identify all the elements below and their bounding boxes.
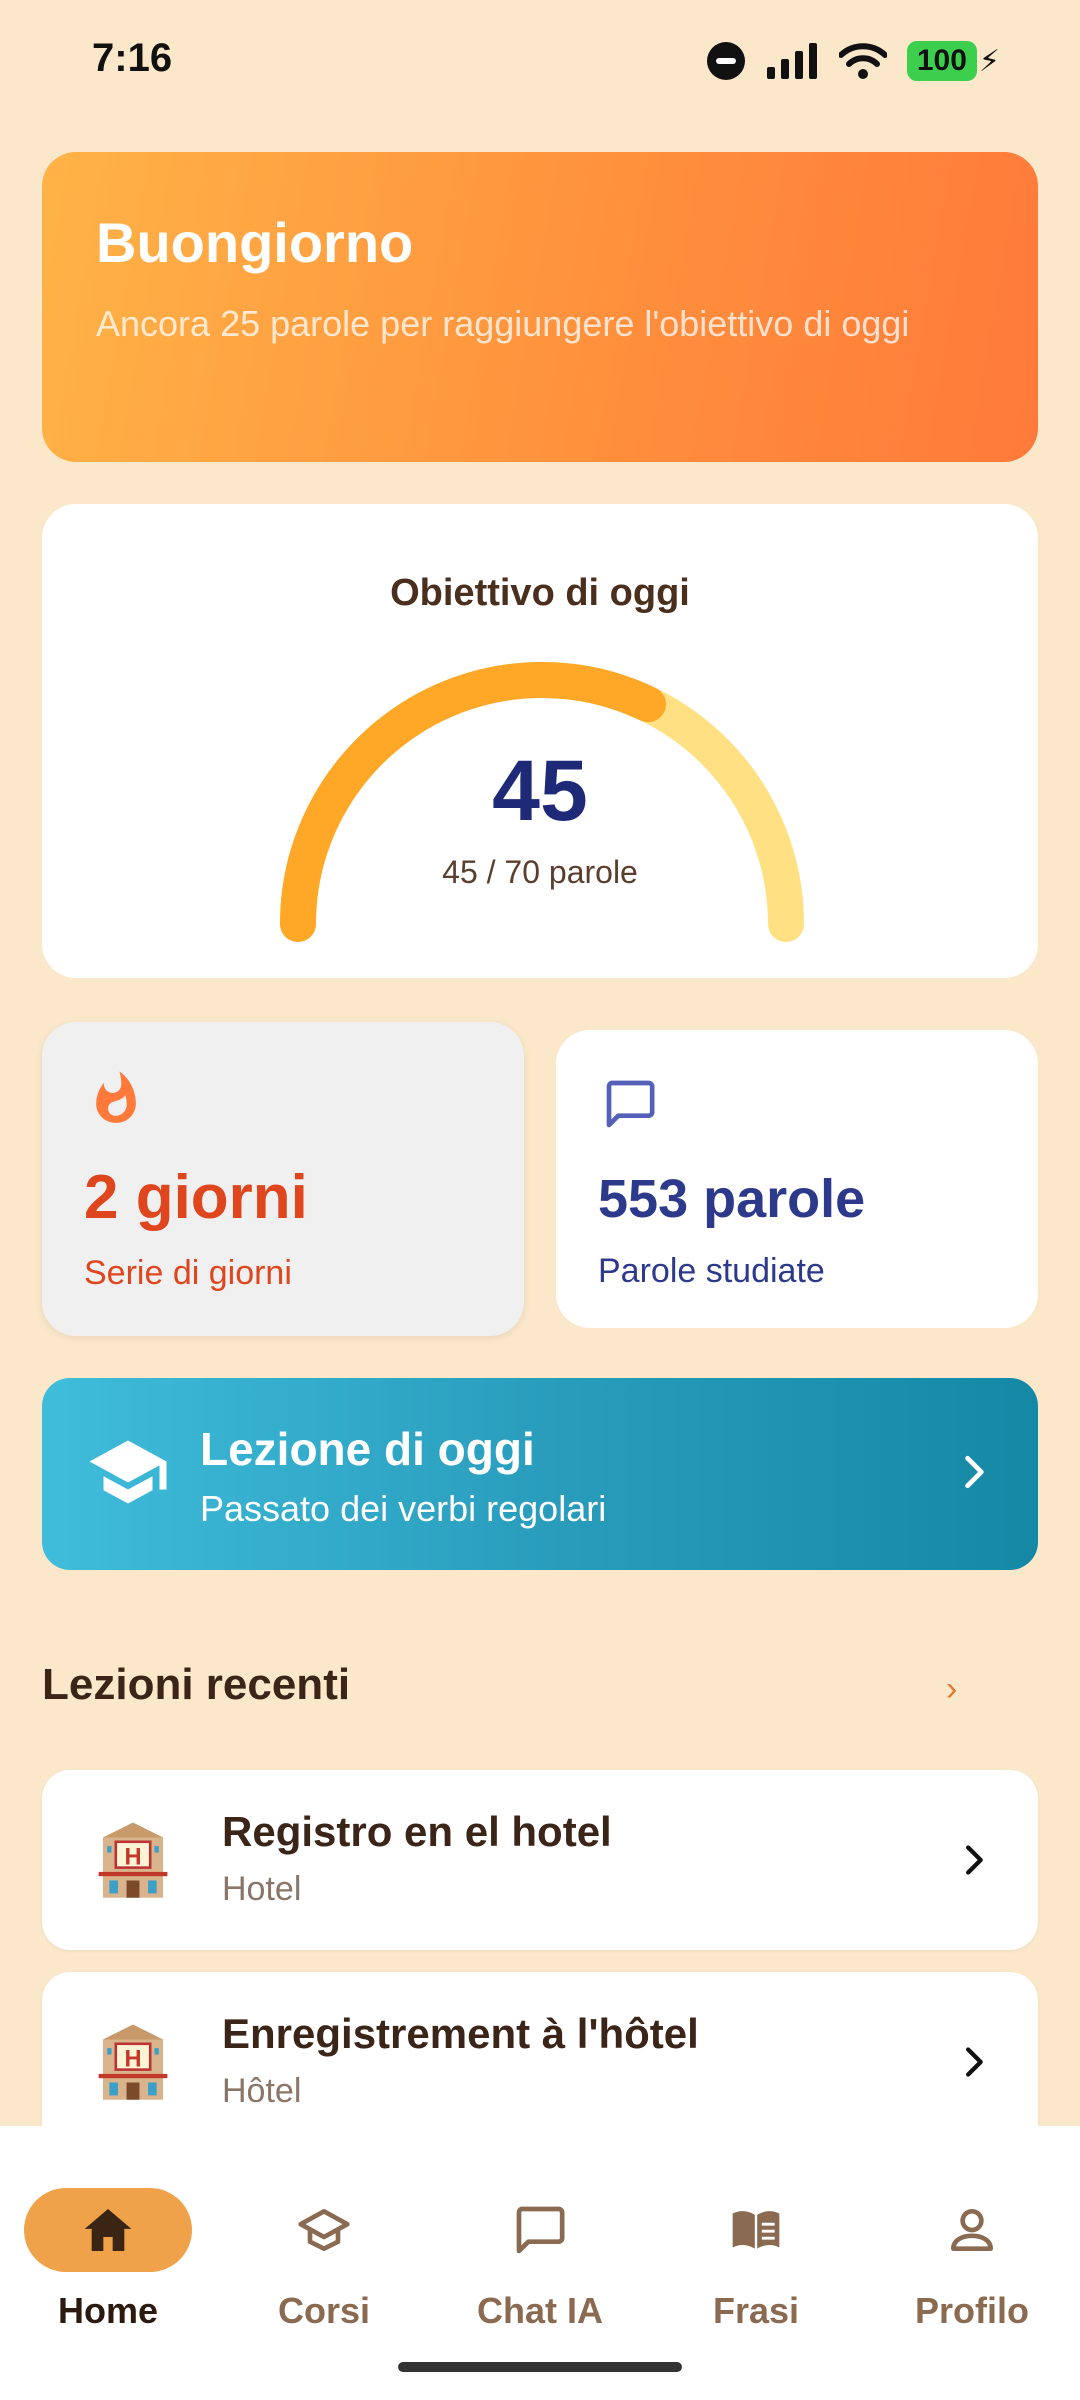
recent-lessons-title: Lezioni recenti [42,1660,351,1709]
school-icon [298,2209,350,2251]
goal-value: 45 [492,743,588,839]
goal-progress-text: 45 / 70 parole [442,854,638,890]
words-studied-card[interactable]: 553 parole Parole studiate [556,1030,1038,1328]
nav-phrases[interactable]: Frasi [648,2156,864,2331]
greeting-title: Buongiorno [96,211,414,274]
nav-chat[interactable]: Chat IA [432,2156,648,2331]
nav-home[interactable]: Home [0,2156,216,2331]
recent-lesson-item[interactable]: H Registro en el hotel Hotel [42,1770,1038,1950]
status-icons: 100 ⚡ [706,38,1000,84]
lesson-of-day-button[interactable]: Lezione di oggi Passato dei verbi regola… [42,1378,1038,1570]
recent-lesson-title: Enregistrement à l'hôtel [222,2010,699,2057]
home-indicator[interactable] [398,2362,682,2372]
recent-lesson-subtitle: Hôtel [222,2072,302,2110]
greeting-subtitle: Ancora 25 parole per raggiungere l'obiet… [96,303,910,344]
recent-lesson-subtitle: Hotel [222,1870,302,1908]
hotel-icon: H [98,1822,168,1898]
battery-indicator: 100 ⚡ [906,41,1000,81]
wifi-icon [838,43,887,79]
graduation-cap-icon [89,1440,167,1504]
bottom-navigation: Home Corsi Chat IA Frasi Profilo [0,2126,1080,2400]
daily-goal-card[interactable]: Obiettivo di oggi 45 45 / 70 parole [42,504,1038,978]
nav-profile[interactable]: Profilo [864,2156,1080,2331]
svg-text:H: H [124,2046,141,2072]
hotel-icon: H [98,2024,168,2100]
book-icon [732,2211,780,2249]
svg-text:H: H [124,1844,141,1870]
lesson-title: Lezione di oggi [200,1423,535,1475]
words-value: 553 parole [598,1169,866,1229]
do-not-disturb-icon [706,42,745,80]
recent-see-all-button[interactable]: › [946,1670,957,1709]
chat-icon [516,2206,565,2254]
person-icon [951,2209,993,2251]
nav-courses[interactable]: Corsi [216,2156,432,2331]
goal-gauge [280,662,804,942]
streak-label: Serie di giorni [84,1254,292,1292]
lesson-subtitle: Passato dei verbi regolari [200,1488,607,1529]
fire-icon [96,1071,136,1123]
charging-bolt-icon: ⚡ [978,44,1000,78]
home-icon [84,2209,132,2251]
status-bar: 7:16 100 ⚡ [0,0,1080,120]
recent-lesson-item[interactable]: H Enregistrement à l'hôtel Hôtel [42,1972,1038,2152]
signal-icon [766,43,817,79]
status-time: 7:16 [92,36,173,80]
streak-card[interactable]: 2 giorni Serie di giorni [42,1022,524,1336]
greeting-banner: Buongiorno Ancora 25 parole per raggiung… [42,152,1038,462]
chevron-right-icon [966,1845,983,1875]
chat-bubble-icon [606,1080,655,1128]
streak-value: 2 giorni [84,1163,308,1232]
words-label: Parole studiate [598,1252,825,1290]
chevron-right-icon [965,1455,984,1489]
recent-lesson-title: Registro en el hotel [222,1808,612,1855]
chevron-right-icon [966,2047,983,2077]
